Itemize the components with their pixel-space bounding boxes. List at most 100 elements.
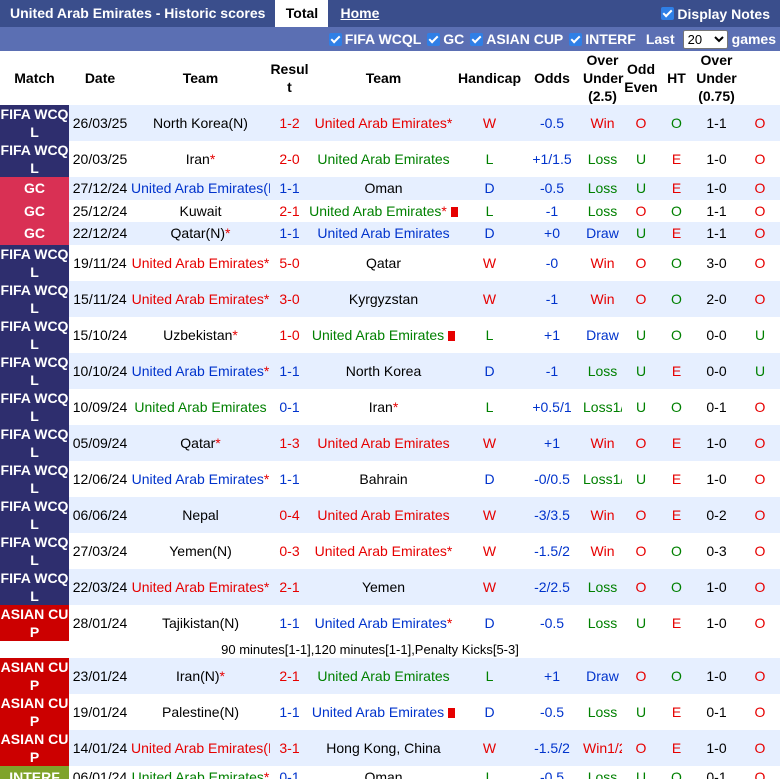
home-team[interactable]: Qatar* (131, 424, 270, 461)
team-name[interactable]: Oman (364, 769, 402, 779)
team-name[interactable]: United Arab Emirates (132, 471, 264, 487)
home-team[interactable]: United Arab Emirates* (131, 244, 270, 281)
match-score[interactable]: 2-1 (270, 657, 309, 694)
match-score[interactable]: 1-2 (270, 105, 309, 141)
away-team[interactable]: Hong Kong, China (309, 729, 458, 766)
team-name[interactable]: Iran (369, 399, 393, 415)
competition-badge[interactable]: ASIAN CU P (0, 657, 69, 694)
competition-badge[interactable]: FIFA WCQ L (0, 460, 69, 497)
filter-interf[interactable]: INTERF (569, 31, 636, 47)
match-score[interactable]: 1-0 (270, 316, 309, 353)
away-team[interactable]: Kyrgyzstan (309, 280, 458, 317)
filter-asian-cup[interactable]: ASIAN CUP (470, 31, 563, 47)
team-name[interactable]: Uzbekistan (163, 327, 232, 343)
home-team[interactable]: United Arab Emirates* (131, 765, 270, 779)
home-team[interactable]: Tajikistan(N) (131, 604, 270, 641)
home-team[interactable]: Uzbekistan* (131, 316, 270, 353)
competition-badge[interactable]: FIFA WCQ L (0, 280, 69, 317)
match-score[interactable]: 1-1 (270, 460, 309, 497)
home-team[interactable]: United Arab Emirates(N)* (131, 177, 270, 200)
competition-badge[interactable]: FIFA WCQ L (0, 105, 69, 141)
away-team[interactable]: Qatar (309, 244, 458, 281)
competition-badge[interactable]: FIFA WCQ L (0, 141, 69, 177)
competition-badge[interactable]: FIFA WCQ L (0, 532, 69, 569)
checkbox-icon[interactable] (569, 32, 583, 46)
team-name[interactable]: United Arab Emirates (132, 255, 264, 271)
tab-home[interactable]: Home (328, 0, 391, 27)
away-team[interactable]: United Arab Emirates (309, 693, 458, 730)
team-name[interactable]: Oman (364, 180, 402, 196)
competition-badge[interactable]: GC (0, 199, 69, 222)
competition-badge[interactable]: FIFA WCQ L (0, 316, 69, 353)
match-score[interactable]: 0-1 (270, 388, 309, 425)
match-score[interactable]: 1-1 (270, 177, 309, 200)
away-team[interactable]: Oman (309, 177, 458, 200)
away-team[interactable]: North Korea (309, 352, 458, 389)
team-name[interactable]: United Arab Emirates (132, 363, 264, 379)
team-name[interactable]: United Arab Emirates (132, 769, 264, 779)
team-name[interactable]: United Arab Emirates (317, 151, 449, 167)
competition-badge[interactable]: GC (0, 177, 69, 200)
team-name[interactable]: Palestine(N) (162, 704, 239, 720)
away-team[interactable]: United Arab Emirates (309, 496, 458, 533)
home-team[interactable]: Kuwait (131, 199, 270, 222)
team-name[interactable]: United Arab Emirates(N) (131, 740, 270, 756)
competition-badge[interactable]: FIFA WCQ L (0, 568, 69, 605)
competition-badge[interactable]: FIFA WCQ L (0, 244, 69, 281)
team-name[interactable]: Yemen (362, 579, 405, 595)
home-team[interactable]: Iran* (131, 141, 270, 177)
match-score[interactable]: 1-1 (270, 222, 309, 245)
team-name[interactable]: Bahrain (359, 471, 407, 487)
team-name[interactable]: United Arab Emirates (317, 435, 449, 451)
tab-total[interactable]: Total (275, 0, 329, 27)
match-score[interactable]: 2-1 (270, 568, 309, 605)
match-score[interactable]: 5-0 (270, 244, 309, 281)
team-name[interactable]: Qatar (366, 255, 401, 271)
competition-badge[interactable]: ASIAN CU P (0, 693, 69, 730)
team-name[interactable]: Hong Kong, China (326, 740, 440, 756)
team-name[interactable]: United Arab Emirates (312, 327, 444, 343)
team-name[interactable]: United Arab Emirates (132, 579, 264, 595)
away-team[interactable]: Yemen (309, 568, 458, 605)
away-team[interactable]: United Arab Emirates (309, 141, 458, 177)
team-name[interactable]: Kuwait (179, 203, 221, 219)
home-team[interactable]: United Arab Emirates* (131, 352, 270, 389)
team-name[interactable]: Qatar (180, 435, 215, 451)
match-score[interactable]: 1-1 (270, 693, 309, 730)
away-team[interactable]: United Arab Emirates (309, 424, 458, 461)
team-name[interactable]: Tajikistan(N) (162, 615, 239, 631)
checkbox-icon[interactable] (470, 32, 484, 46)
home-team[interactable]: Palestine(N) (131, 693, 270, 730)
team-name[interactable]: United Arab Emirates (132, 291, 264, 307)
checkbox-icon[interactable] (427, 32, 441, 46)
competition-badge[interactable]: ASIAN CU P (0, 604, 69, 641)
home-team[interactable]: Qatar(N)* (131, 222, 270, 245)
display-notes-toggle[interactable]: Display Notes (661, 0, 780, 27)
team-name[interactable]: North Korea(N) (153, 115, 248, 131)
away-team[interactable]: United Arab Emirates* (309, 604, 458, 641)
team-name[interactable]: United Arab Emirates (312, 704, 444, 720)
away-team[interactable]: Oman (309, 765, 458, 779)
team-name[interactable]: North Korea (346, 363, 421, 379)
checkbox-icon[interactable] (661, 7, 675, 20)
team-name[interactable]: United Arab Emirates (134, 399, 266, 415)
team-name[interactable]: Kyrgyzstan (349, 291, 418, 307)
away-team[interactable]: United Arab Emirates (309, 657, 458, 694)
match-score[interactable]: 0-1 (270, 765, 309, 779)
away-team[interactable]: Iran* (309, 388, 458, 425)
games-count-select[interactable]: 20 (682, 29, 728, 49)
competition-badge[interactable]: FIFA WCQ L (0, 388, 69, 425)
home-team[interactable]: North Korea(N) (131, 105, 270, 141)
away-team[interactable]: United Arab Emirates* (309, 105, 458, 141)
team-name[interactable]: United Arab Emirates (315, 615, 447, 631)
competition-badge[interactable]: ASIAN CU P (0, 729, 69, 766)
filter-gc[interactable]: GC (427, 31, 464, 47)
away-team[interactable]: United Arab Emirates (309, 316, 458, 353)
filter-fifa-wcql[interactable]: FIFA WCQL (328, 31, 421, 47)
team-name[interactable]: United Arab Emirates (309, 203, 441, 219)
team-name[interactable]: United Arab Emirates(N) (131, 180, 270, 196)
team-name[interactable]: Iran (186, 151, 210, 167)
competition-badge[interactable]: GC (0, 222, 69, 245)
checkbox-icon[interactable] (328, 32, 342, 46)
home-team[interactable]: Yemen(N) (131, 532, 270, 569)
